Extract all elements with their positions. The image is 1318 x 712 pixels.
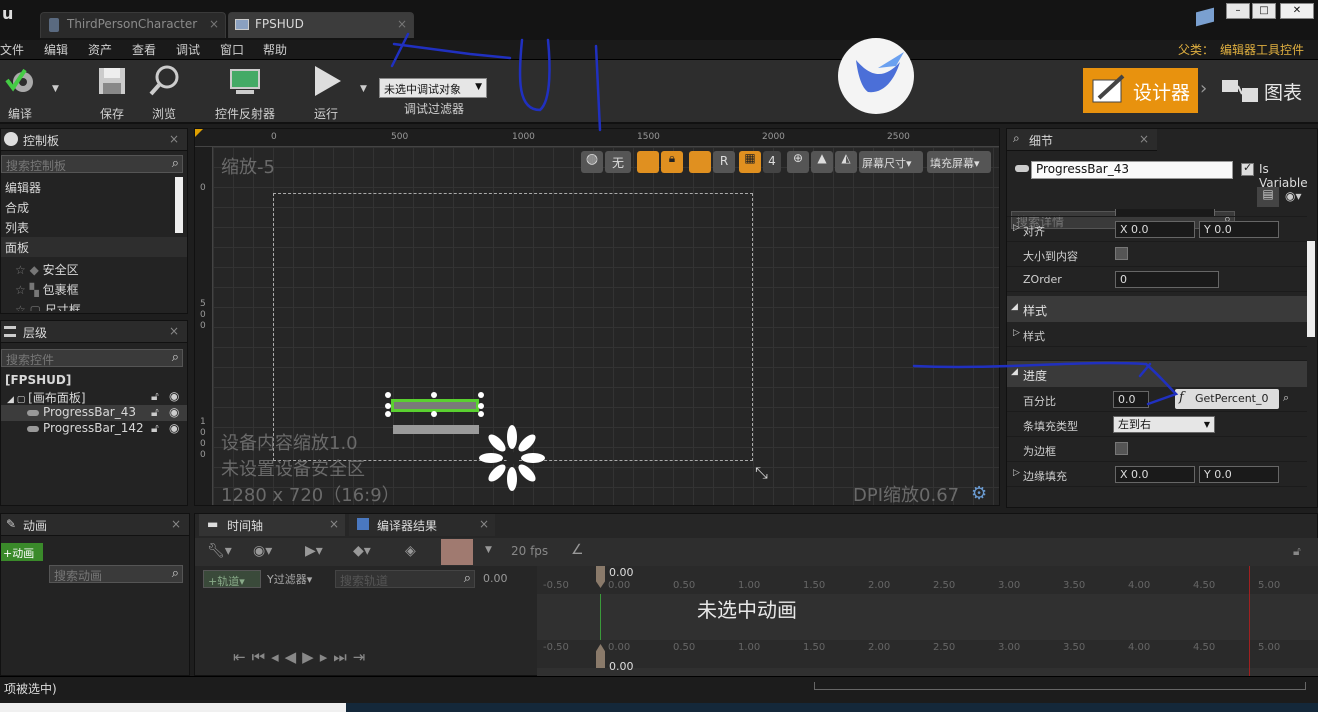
annotation-strokes xyxy=(390,32,1179,406)
